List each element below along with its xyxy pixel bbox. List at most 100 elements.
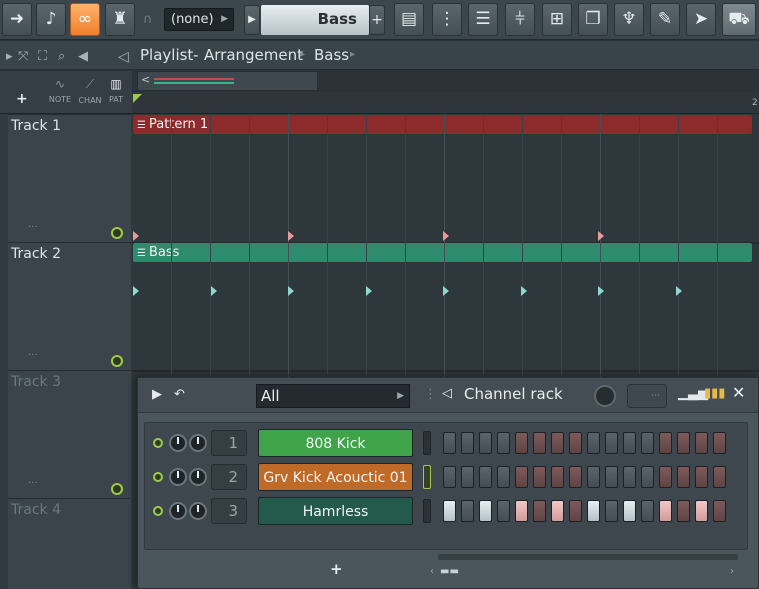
channel-filter-select[interactable]: All ▶ [256, 384, 410, 408]
step-button[interactable] [515, 432, 528, 454]
add-pattern-button[interactable]: + [369, 5, 385, 35]
channel-row-1[interactable]: 1 808 Kick [145, 428, 749, 458]
pat-selector[interactable]: ▥ PAT [102, 77, 130, 104]
track-header-3[interactable]: Track 3 ... [8, 370, 131, 498]
channel-mixer-track[interactable]: 3 [211, 498, 247, 524]
magnet-icon[interactable]: ∩ [143, 12, 159, 28]
step-button[interactable] [461, 500, 474, 522]
step-button[interactable] [695, 432, 708, 454]
piano-roll-icon[interactable]: ⋮ [432, 3, 462, 36]
step-button[interactable] [497, 432, 510, 454]
help-icon[interactable]: ➤ [686, 3, 716, 36]
channel-volume-knob[interactable] [169, 502, 187, 520]
step-button[interactable] [569, 500, 582, 522]
step-button[interactable] [659, 432, 672, 454]
channel-name-button[interactable]: Hamrless [258, 497, 413, 525]
step-button[interactable] [533, 466, 546, 488]
scroll-left-icon[interactable]: < [141, 73, 150, 86]
track-header-4[interactable]: Track 4 [8, 498, 131, 589]
channel-pan-knob[interactable] [189, 502, 207, 520]
channel-volume-knob[interactable] [169, 434, 187, 452]
step-button[interactable] [659, 500, 672, 522]
step-button[interactable] [713, 432, 726, 454]
channel-select-indicator[interactable] [423, 499, 431, 523]
clip-menu-icon[interactable]: ☰ [137, 120, 146, 131]
swing-display[interactable]: ··· [627, 384, 667, 408]
song-position-marker[interactable] [133, 94, 142, 103]
step-button[interactable] [569, 466, 582, 488]
menu-arrow-icon[interactable]: ▸ [6, 49, 13, 64]
channel-pan-knob[interactable] [189, 468, 207, 486]
step-button[interactable] [443, 432, 456, 454]
add-track-button[interactable]: + [16, 91, 28, 107]
track-header-2[interactable]: Track 2 ... [8, 242, 131, 370]
clip-bass[interactable]: ☰ Bass [133, 243, 752, 262]
step-button[interactable] [623, 500, 636, 522]
channel-rack-icon[interactable]: ⊞ [542, 3, 572, 36]
step-button[interactable] [533, 500, 546, 522]
mixer-icon[interactable]: ⫩ [505, 3, 535, 36]
play-arrow-icon[interactable]: ▶ [152, 387, 162, 402]
step-button[interactable] [677, 500, 690, 522]
project-icon[interactable]: ❐ [578, 3, 608, 36]
step-button[interactable] [443, 466, 456, 488]
scroll-left-icon[interactable]: ‹ [430, 566, 434, 577]
step-button[interactable] [623, 466, 636, 488]
speaker-icon[interactable]: ◀ [78, 49, 88, 64]
channel-rack-hscroll[interactable] [438, 554, 738, 560]
browser-icon[interactable]: ☰ [468, 3, 498, 36]
step-button[interactable] [515, 466, 528, 488]
track-more-dots[interactable]: ... [28, 347, 38, 358]
channel-mixer-track[interactable]: 1 [211, 430, 247, 456]
channel-mute-led[interactable] [153, 438, 163, 448]
step-button[interactable] [641, 466, 654, 488]
link-icon[interactable]: ∞ [70, 3, 100, 36]
channel-mute-led[interactable] [153, 506, 163, 516]
snap-icon[interactable]: ⤧ [18, 49, 28, 64]
scroll-thumb-icon[interactable]: ▬▬ [440, 566, 459, 577]
hint-icon[interactable]: ♪ [36, 3, 66, 36]
plugin-icon[interactable]: ♆ [614, 3, 644, 36]
channel-row-3[interactable]: 3 Hamrless [145, 496, 749, 526]
pattern-prev-button[interactable]: ▶ [244, 5, 260, 35]
playlist-icon[interactable]: ▤ [394, 3, 424, 36]
step-button[interactable] [605, 432, 618, 454]
select-icon[interactable]: ⛶ [38, 49, 47, 64]
clip-pattern-1[interactable]: ☰ Pattern 1 [133, 115, 752, 134]
scroll-right-icon[interactable]: › [730, 566, 734, 577]
channel-select-indicator[interactable] [423, 431, 431, 455]
channel-row-2[interactable]: 2 Grv Kick Acouctic 01 [145, 462, 749, 492]
step-sequencer-icon[interactable]: ▮▮▮ [704, 386, 725, 401]
channel-mixer-track[interactable]: 2 [211, 464, 247, 490]
step-button[interactable] [443, 500, 456, 522]
snap-selector[interactable]: (none) ▶ [164, 8, 234, 31]
step-button[interactable] [623, 432, 636, 454]
swing-knob[interactable] [594, 385, 616, 407]
track-mute-led[interactable] [111, 483, 123, 495]
tempo-tap-icon[interactable]: ✎ [650, 3, 680, 36]
zoom-icon[interactable]: ⌕ [58, 49, 65, 64]
metronome-icon[interactable]: ♜ [105, 3, 135, 36]
channel-select-indicator[interactable] [423, 465, 431, 489]
step-button[interactable] [515, 500, 528, 522]
step-button[interactable] [659, 466, 672, 488]
undo-icon[interactable]: ↶ [174, 387, 185, 402]
playlist-overview-scrollbar[interactable]: < [137, 71, 318, 91]
track-more-dots[interactable]: ... [28, 475, 38, 486]
step-button[interactable] [479, 432, 492, 454]
step-button[interactable] [605, 500, 618, 522]
step-button[interactable] [677, 432, 690, 454]
step-button[interactable] [461, 466, 474, 488]
step-button[interactable] [533, 432, 546, 454]
track-header-1[interactable]: Track 1 ... [8, 114, 131, 242]
step-button[interactable] [713, 466, 726, 488]
breadcrumb-item-arrangement[interactable]: Arrangement [204, 46, 303, 64]
step-button[interactable] [497, 500, 510, 522]
step-button[interactable] [677, 466, 690, 488]
step-button[interactable] [479, 466, 492, 488]
track-mute-led[interactable] [111, 355, 123, 367]
chan-selector[interactable]: ⟋ CHAN [76, 77, 104, 105]
step-button[interactable] [569, 432, 582, 454]
step-button[interactable] [641, 500, 654, 522]
channel-pan-knob[interactable] [189, 434, 207, 452]
